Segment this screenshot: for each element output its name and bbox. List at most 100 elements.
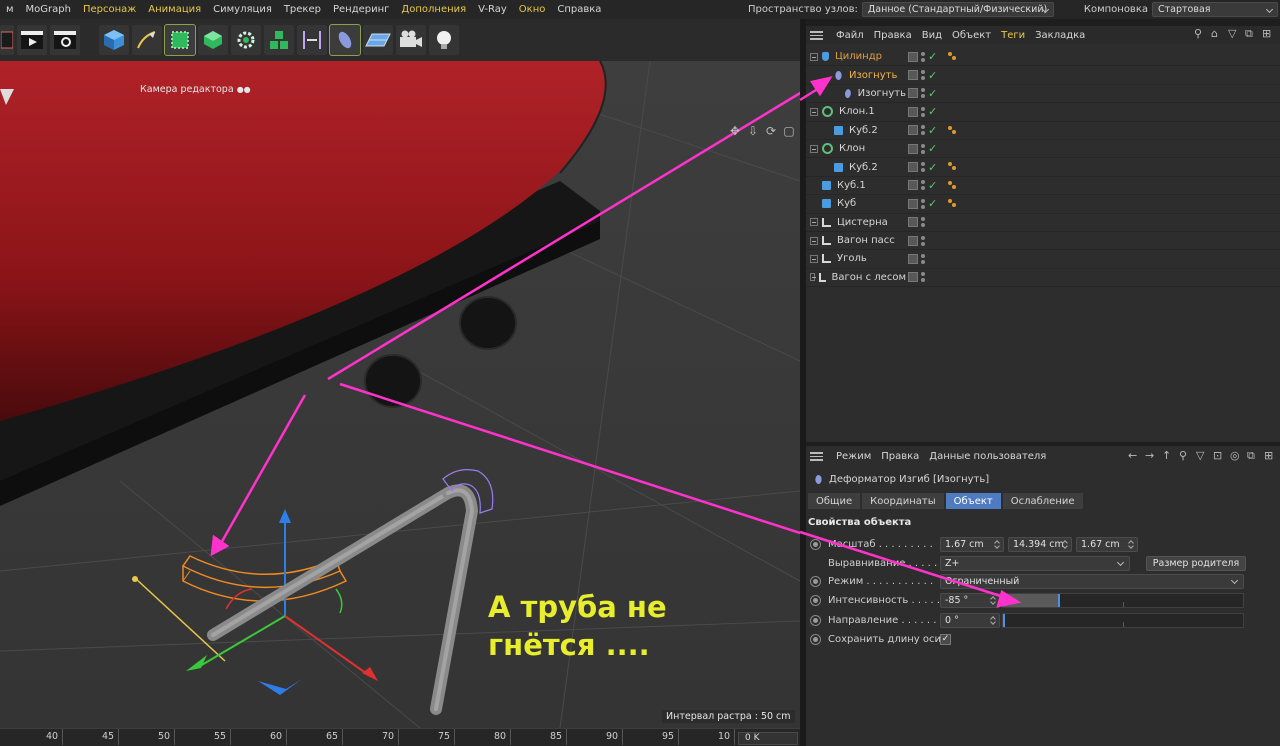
angle-anim-toggle[interactable] bbox=[810, 615, 821, 626]
om-menu-item[interactable]: Объект bbox=[947, 30, 996, 41]
attribute-tab[interactable]: Ослабление bbox=[1002, 493, 1083, 509]
layer-box[interactable] bbox=[908, 235, 918, 246]
menu-item[interactable]: Анимация bbox=[142, 4, 207, 15]
add-icon[interactable]: ⊞ bbox=[1262, 28, 1274, 40]
visibility-dots-icon[interactable] bbox=[921, 253, 925, 264]
object-row[interactable]: Цилиндр ✓ bbox=[806, 48, 1280, 67]
object-row[interactable]: Куб.2 ✓ bbox=[806, 122, 1280, 140]
expand-toggle-icon[interactable] bbox=[810, 218, 818, 227]
strength-field[interactable]: -85 ° bbox=[940, 593, 1000, 608]
object-row[interactable]: Клон ✓ bbox=[806, 140, 1280, 159]
visibility-dots-icon[interactable] bbox=[921, 180, 925, 191]
maximize-view-icon[interactable]: ▢ bbox=[782, 124, 796, 138]
object-row[interactable]: Клон.1 ✓ bbox=[806, 103, 1280, 122]
strength-slider-knob[interactable] bbox=[1058, 594, 1060, 607]
node-space-dropdown[interactable]: Данное (Стандартный/Физический) bbox=[861, 2, 1054, 17]
visibility-dots-icon[interactable] bbox=[921, 217, 925, 228]
layer-box[interactable] bbox=[908, 162, 918, 173]
visibility-dots-icon[interactable] bbox=[921, 88, 925, 99]
search-icon[interactable]: ⚲ bbox=[1179, 450, 1191, 462]
menu-item[interactable]: Симуляция bbox=[207, 4, 278, 15]
filter-icon[interactable]: ▽ bbox=[1228, 28, 1240, 40]
strength-slider[interactable] bbox=[1002, 593, 1244, 608]
filter-icon[interactable]: ▽ bbox=[1196, 450, 1208, 462]
extrude-generator-icon[interactable] bbox=[198, 25, 228, 55]
render-view-icon[interactable] bbox=[17, 25, 47, 55]
menu-item[interactable]: Дополнения bbox=[395, 4, 472, 15]
visibility-dots-icon[interactable] bbox=[921, 143, 925, 154]
align-dropdown[interactable]: Z+ bbox=[940, 556, 1130, 571]
enabled-check-icon[interactable]: ✓ bbox=[928, 161, 938, 174]
attribute-tab[interactable]: Общие bbox=[808, 493, 861, 509]
object-row[interactable]: Вагон с лесом bbox=[806, 269, 1280, 288]
light-icon[interactable] bbox=[429, 25, 459, 55]
enabled-check-icon[interactable]: ✓ bbox=[928, 142, 938, 155]
object-row[interactable]: Цистерна bbox=[806, 214, 1280, 232]
size-x-field[interactable]: 1.67 cm bbox=[940, 537, 1004, 552]
new-window-icon[interactable]: ⧉ bbox=[1247, 450, 1259, 462]
angle-field[interactable]: 0 ° bbox=[940, 613, 1000, 628]
visibility-dots-icon[interactable] bbox=[921, 106, 925, 117]
object-row[interactable]: Изогнуть ✓ bbox=[806, 85, 1280, 104]
menu-item[interactable]: MoGraph bbox=[20, 4, 77, 15]
angle-slider[interactable] bbox=[1002, 613, 1244, 628]
layer-box[interactable] bbox=[908, 217, 918, 228]
layer-box[interactable] bbox=[908, 272, 918, 283]
om-menu-item[interactable]: Файл bbox=[831, 30, 869, 41]
floor-icon[interactable] bbox=[363, 25, 393, 55]
current-frame-field[interactable]: 0 K bbox=[738, 732, 798, 745]
menu-item[interactable]: Справка bbox=[551, 4, 607, 15]
object-row[interactable]: Куб.2 ✓ bbox=[806, 158, 1280, 177]
phong-tag-icon[interactable] bbox=[948, 125, 957, 135]
home-icon[interactable]: ⌂ bbox=[1211, 28, 1223, 40]
rotate-view-icon[interactable]: ⟳ bbox=[764, 124, 778, 138]
visibility-dots-icon[interactable] bbox=[921, 70, 925, 81]
om-menu-item[interactable]: Теги bbox=[996, 30, 1030, 41]
symmetry-icon[interactable] bbox=[297, 25, 327, 55]
layer-box[interactable] bbox=[908, 198, 918, 209]
menu-item[interactable]: Окно bbox=[513, 4, 552, 15]
object-row[interactable]: Уголь bbox=[806, 250, 1280, 269]
phong-tag-icon[interactable] bbox=[948, 162, 957, 171]
attribute-tab[interactable]: Объект bbox=[945, 493, 1001, 509]
om-menu-item[interactable]: Вид bbox=[917, 30, 947, 41]
layer-box[interactable] bbox=[908, 88, 918, 99]
om-hamburger-icon[interactable] bbox=[810, 30, 823, 40]
bend-deformer-icon[interactable] bbox=[329, 24, 361, 56]
layer-box[interactable] bbox=[908, 70, 918, 81]
menu-item[interactable]: Персонаж bbox=[77, 4, 142, 15]
am-hamburger-icon[interactable] bbox=[810, 451, 823, 461]
visibility-dots-icon[interactable] bbox=[921, 198, 925, 209]
enabled-check-icon[interactable]: ✓ bbox=[928, 124, 938, 137]
layer-box[interactable] bbox=[908, 106, 918, 117]
enabled-check-icon[interactable]: ✓ bbox=[928, 87, 938, 100]
lock-icon[interactable]: ⊡ bbox=[1213, 450, 1225, 462]
expand-toggle-icon[interactable] bbox=[810, 254, 818, 263]
om-menu-item[interactable]: Закладка bbox=[1030, 30, 1090, 41]
layer-box[interactable] bbox=[908, 180, 918, 191]
phong-tag-icon[interactable] bbox=[948, 199, 957, 208]
om-menu-item[interactable]: Правка bbox=[869, 30, 917, 41]
visibility-dots-icon[interactable] bbox=[921, 125, 925, 136]
new-window-icon[interactable]: ⧉ bbox=[1245, 28, 1257, 40]
menu-item[interactable]: Рендеринг bbox=[327, 4, 395, 15]
menu-item[interactable]: Трекер bbox=[278, 4, 327, 15]
phong-tag-icon[interactable] bbox=[948, 180, 957, 190]
layer-box[interactable] bbox=[908, 125, 918, 136]
add-icon[interactable]: ⊞ bbox=[1264, 450, 1276, 462]
dolly-view-icon[interactable]: ⇩ bbox=[746, 124, 760, 138]
visibility-dots-icon[interactable] bbox=[921, 51, 925, 62]
expand-toggle-icon[interactable] bbox=[810, 107, 818, 116]
enabled-check-icon[interactable]: ✓ bbox=[928, 197, 938, 210]
pen-spline-icon[interactable] bbox=[132, 25, 162, 55]
forward-arrow-icon[interactable]: → bbox=[1145, 450, 1157, 462]
move-view-icon[interactable]: ✥ bbox=[728, 124, 742, 138]
layer-box[interactable] bbox=[908, 253, 918, 264]
layout-dropdown[interactable]: Стартовая bbox=[1152, 2, 1278, 17]
size-y-field[interactable]: 14.394 cm bbox=[1008, 537, 1072, 552]
am-menu-item[interactable]: Правка bbox=[876, 451, 924, 462]
object-row[interactable]: Куб.1 ✓ bbox=[806, 177, 1280, 196]
visibility-dots-icon[interactable] bbox=[921, 272, 925, 283]
expand-toggle-icon[interactable] bbox=[810, 273, 817, 282]
mode-dropdown[interactable]: Ограниченный bbox=[940, 574, 1244, 589]
